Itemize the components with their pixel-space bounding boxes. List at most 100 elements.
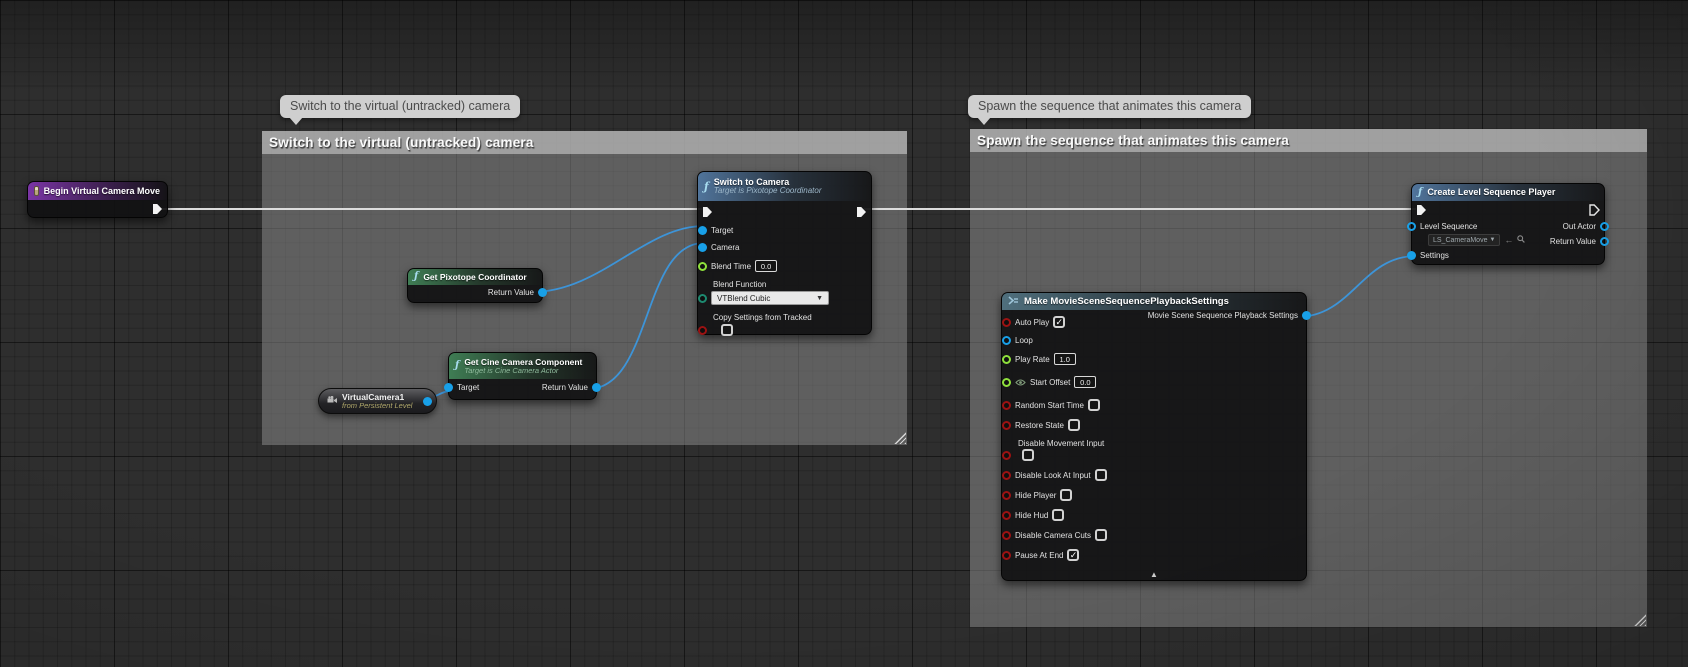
auto-play-checkbox[interactable]: ✓ <box>1053 316 1065 328</box>
tooltip-text: Spawn the sequence that animates this ca… <box>968 95 1251 118</box>
start-offset-input[interactable]: 0.0 <box>1074 376 1096 388</box>
playback-settings-out-pin[interactable] <box>1302 311 1311 320</box>
disable-movement-input-checkbox[interactable]: ✓ <box>1022 449 1034 461</box>
pin-label: Disable Camera Cuts <box>1015 531 1091 540</box>
return-value-pin[interactable] <box>1600 237 1609 246</box>
blend-function-dropdown[interactable]: VTBlend Cubic ▼ <box>711 291 829 305</box>
node-title: Begin Virtual Camera Move <box>44 186 160 196</box>
node-get-cine-camera-component[interactable]: ƒ Get Cine Camera Component Target is Ci… <box>448 352 597 400</box>
variable-out-pin[interactable] <box>423 397 432 406</box>
exec-out-pin[interactable] <box>152 203 163 215</box>
use-selected-asset-icon[interactable]: ← <box>1504 236 1513 245</box>
node-virtualcamera1[interactable]: VirtualCamera1 from Persistent Level <box>318 388 437 414</box>
pin-label: Disable Look At Input <box>1015 471 1091 480</box>
disable-look-at-input-checkbox[interactable]: ✓ <box>1095 469 1107 481</box>
level-sequence-asset-dropdown[interactable]: LS_CameraMove ▼ <box>1428 234 1500 246</box>
comment-switch-camera-titlebar[interactable]: Switch to the virtual (untracked) camera <box>262 131 907 154</box>
tooltip-spawn-sequence: Spawn the sequence that animates this ca… <box>968 95 1251 118</box>
pin-label: Blend Time <box>711 262 751 271</box>
exec-in-pin[interactable] <box>702 206 713 218</box>
return-value-pin[interactable] <box>538 288 547 297</box>
pin-label: Loop <box>1015 336 1033 345</box>
blend-time-input[interactable]: 0.0 <box>755 260 777 272</box>
node-switch-to-camera[interactable]: ƒ Switch to Camera Target is Pixotope Co… <box>697 171 872 335</box>
restore-state-checkbox[interactable]: ✓ <box>1068 419 1080 431</box>
play-rate-input[interactable]: 1.0 <box>1054 353 1076 365</box>
out-actor-pin[interactable] <box>1600 222 1609 231</box>
node-get-pixotope-coordinator[interactable]: ƒ Get Pixotope Coordinator Return Value <box>407 268 543 303</box>
pin-label: Target <box>711 226 733 235</box>
pin-label: Target <box>457 383 479 392</box>
start-offset-pin[interactable] <box>1002 378 1011 387</box>
function-icon: ƒ <box>704 182 709 191</box>
pin-label: Blend Function <box>713 280 866 289</box>
eye-icon <box>1015 373 1026 391</box>
custom-event-icon <box>34 186 39 196</box>
pin-label: Start Offset <box>1030 378 1070 387</box>
hide-hud-pin[interactable] <box>1002 511 1011 520</box>
return-value-pin[interactable] <box>592 383 601 392</box>
target-pin[interactable] <box>444 383 453 392</box>
comment-spawn-sequence-titlebar[interactable]: Spawn the sequence that animates this ca… <box>970 129 1647 152</box>
function-icon: ƒ <box>455 361 459 370</box>
pin-label: Play Rate <box>1015 355 1050 364</box>
camera-icon <box>327 392 338 410</box>
hide-hud-checkbox[interactable]: ✓ <box>1052 509 1064 521</box>
play-rate-pin[interactable] <box>1002 355 1011 364</box>
tooltip-tail <box>977 117 991 125</box>
auto-play-pin[interactable] <box>1002 318 1011 327</box>
restore-state-pin[interactable] <box>1002 421 1011 430</box>
tooltip-switch-camera: Switch to the virtual (untracked) camera <box>280 95 520 118</box>
exec-out-pin[interactable] <box>1589 204 1600 216</box>
browse-asset-icon[interactable] <box>1517 235 1525 245</box>
pause-at-end-pin[interactable] <box>1002 551 1011 560</box>
copy-settings-pin[interactable] <box>698 326 707 335</box>
pin-label: Hide Player <box>1015 491 1056 500</box>
disable-look-at-input-pin[interactable] <box>1002 471 1011 480</box>
pin-label: Hide Hud <box>1015 511 1048 520</box>
function-icon: ƒ <box>414 272 418 281</box>
camera-pin[interactable] <box>698 243 707 252</box>
pin-label: Movie Scene Sequence Playback Settings <box>1148 311 1298 320</box>
exec-in-pin[interactable] <box>1416 204 1427 216</box>
node-create-level-sequence-player[interactable]: ƒ Create Level Sequence Player Level Seq… <box>1411 183 1605 265</box>
random-start-time-pin[interactable] <box>1002 401 1011 410</box>
disable-camera-cuts-pin[interactable] <box>1002 531 1011 540</box>
tooltip-text: Switch to the virtual (untracked) camera <box>280 95 520 118</box>
comment-resize-handle[interactable] <box>1633 613 1646 626</box>
node-begin-virtual-camera-move[interactable]: Begin Virtual Camera Move <box>27 181 168 218</box>
hide-player-pin[interactable] <box>1002 491 1011 500</box>
pin-label: Restore State <box>1015 421 1064 430</box>
pin-label: Camera <box>711 243 739 252</box>
pause-at-end-checkbox[interactable]: ✓ <box>1067 549 1079 561</box>
collapse-node-arrow[interactable]: ▲ <box>1150 570 1158 579</box>
hide-player-checkbox[interactable]: ✓ <box>1060 489 1072 501</box>
chevron-down-icon: ▼ <box>1489 237 1495 243</box>
target-pin[interactable] <box>698 226 707 235</box>
random-start-time-checkbox[interactable]: ✓ <box>1088 399 1100 411</box>
chevron-down-icon: ▼ <box>816 295 823 302</box>
blend-function-pin[interactable] <box>698 294 707 303</box>
make-struct-icon <box>1008 292 1019 310</box>
pin-label: Auto Play <box>1015 318 1049 327</box>
pin-label: Settings <box>1420 251 1449 260</box>
loop-pin[interactable] <box>1002 336 1011 345</box>
copy-settings-checkbox[interactable]: ✓ <box>721 324 733 336</box>
pin-label: Return Value <box>542 383 588 392</box>
exec-out-pin[interactable] <box>856 206 867 218</box>
pin-label: Copy Settings from Tracked <box>713 313 866 322</box>
pin-label: Random Start Time <box>1015 401 1084 410</box>
node-make-playback-settings[interactable]: Make MovieSceneSequencePlaybackSettings … <box>1001 292 1307 581</box>
comment-resize-handle[interactable] <box>893 431 906 444</box>
node-title: Create Level Sequence Player <box>1427 187 1555 197</box>
pin-label: Return Value <box>488 288 534 297</box>
disable-camera-cuts-checkbox[interactable]: ✓ <box>1095 529 1107 541</box>
settings-pin[interactable] <box>1407 251 1416 260</box>
pin-label: Pause At End <box>1015 551 1063 560</box>
pin-label: Out Actor <box>1563 222 1596 231</box>
disable-movement-input-pin[interactable] <box>1002 451 1011 460</box>
blend-time-pin[interactable] <box>698 262 707 271</box>
comment-title: Switch to the virtual (untracked) camera <box>269 135 534 150</box>
level-sequence-pin[interactable] <box>1407 222 1416 231</box>
variable-subtitle: from Persistent Level <box>342 402 412 410</box>
